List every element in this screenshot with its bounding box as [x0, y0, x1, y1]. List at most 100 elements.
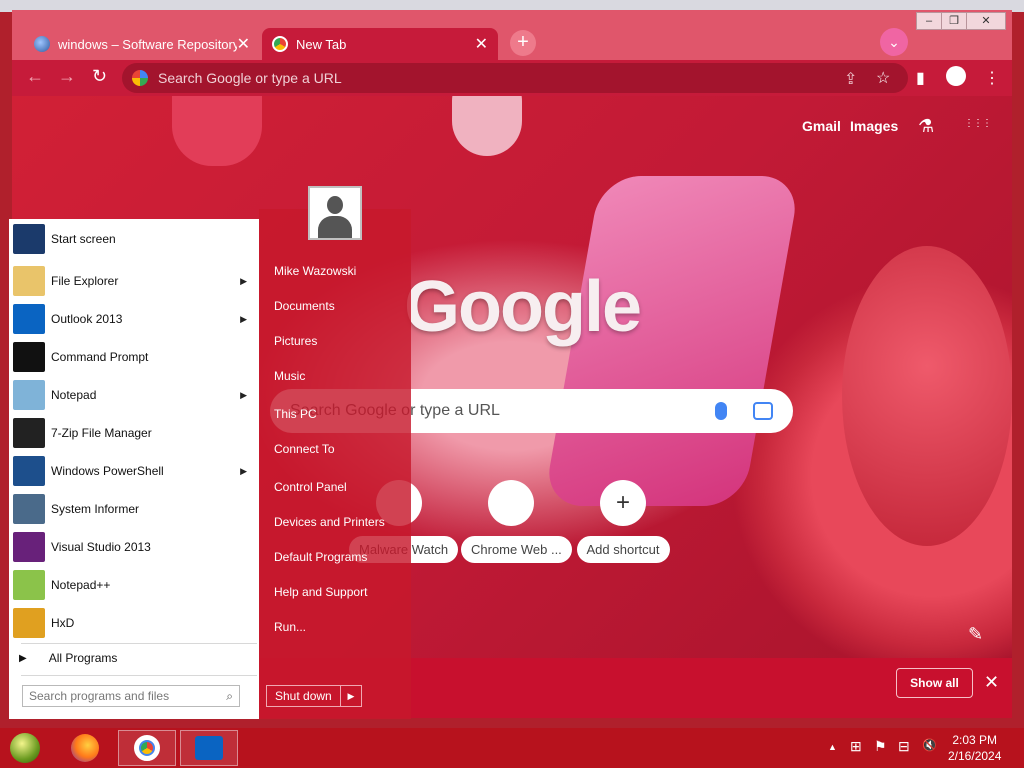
start-program-item[interactable]: Notepad++	[13, 567, 255, 603]
outlook-icon	[195, 736, 223, 760]
start-program-item[interactable]: Notepad ▶	[13, 377, 255, 413]
shortcut-add[interactable]: + Add shortcut	[573, 480, 673, 563]
start-program-item[interactable]: File Explorer ▶	[13, 263, 255, 299]
start-program-item[interactable]: System Informer	[13, 491, 255, 527]
start-search-input[interactable]: Search programs and files ⌕	[22, 685, 240, 707]
submenu-arrow-icon[interactable]: ▶	[240, 314, 247, 325]
start-program-label: HxD	[51, 616, 75, 630]
start-link-pictures[interactable]: Pictures	[274, 334, 317, 348]
reload-button[interactable]: ↻	[92, 66, 107, 87]
tab-software-repository[interactable]: windows – Software Repository ✕	[24, 28, 260, 60]
start-link-devices-printers[interactable]: Devices and Printers	[274, 515, 385, 529]
shutdown-options-arrow[interactable]: ▶	[340, 686, 361, 706]
back-button[interactable]: ←	[26, 66, 44, 87]
address-bar[interactable]: Search Google or type a URL ⇪ ☆	[122, 63, 908, 93]
lens-camera-icon[interactable]	[753, 402, 773, 420]
start-program-item[interactable]: 7-Zip File Manager	[13, 415, 255, 451]
tab-label: windows – Software Repository	[58, 36, 237, 52]
minimize-button[interactable]: –	[916, 12, 942, 30]
tab-new-tab[interactable]: New Tab ✕	[262, 28, 498, 60]
start-program-label: Start screen	[51, 232, 116, 246]
chrome-icon	[134, 735, 160, 761]
notepadpp-icon	[13, 570, 45, 600]
start-program-item[interactable]: Outlook 2013 ▶	[13, 301, 255, 337]
start-search-placeholder: Search programs and files	[29, 689, 170, 703]
start-orb-icon[interactable]	[10, 733, 40, 763]
start-link-this-pc[interactable]: This PC	[274, 407, 317, 421]
profile-avatar[interactable]	[946, 66, 966, 86]
new-tab-button[interactable]: +	[510, 30, 536, 56]
taskbar-firefox[interactable]	[56, 730, 114, 766]
arrow-right-icon: ▶	[19, 652, 27, 664]
start-link-music[interactable]: Music	[274, 369, 305, 383]
user-body-shape	[318, 216, 352, 238]
shortcut-label: Add shortcut	[576, 536, 670, 563]
tab-close-icon[interactable]: ✕	[475, 34, 488, 54]
forward-button[interactable]: →	[58, 66, 76, 87]
images-link[interactable]: Images	[850, 118, 898, 134]
gmail-link[interactable]: Gmail	[802, 118, 841, 134]
show-all-button[interactable]: Show all	[896, 668, 973, 698]
shutdown-button[interactable]: Shut down ▶	[266, 685, 362, 707]
bookmark-star-icon[interactable]: ☆	[876, 68, 890, 88]
tab-label: New Tab	[296, 36, 347, 52]
start-program-item[interactable]: Visual Studio 2013	[13, 529, 255, 565]
clock-date: 2/16/2024	[948, 749, 1002, 763]
taskbar-chrome[interactable]	[118, 730, 176, 766]
outlook-icon	[13, 304, 45, 334]
monitor-icon	[13, 494, 45, 524]
all-programs-button[interactable]: ▶ All Programs	[19, 651, 117, 665]
action-center-flag-icon[interactable]: ⚑	[874, 738, 887, 755]
google-icon	[132, 70, 148, 86]
ornament-decoration	[842, 246, 1012, 546]
start-link-control-panel[interactable]: Control Panel	[274, 480, 347, 494]
background-decoration	[452, 96, 522, 156]
taskbar-clock[interactable]: 2:03 PM 2/16/2024	[948, 732, 1001, 764]
start-screen-icon	[13, 224, 45, 254]
menu-icon[interactable]: ⋮	[984, 68, 1000, 88]
customize-pencil-icon[interactable]: ✎	[968, 624, 983, 645]
voice-search-icon[interactable]	[715, 402, 727, 420]
taskbar-outlook[interactable]	[180, 730, 238, 766]
close-window-button[interactable]: ✕	[966, 12, 1006, 30]
submenu-arrow-icon[interactable]: ▶	[240, 276, 247, 287]
tab-close-icon[interactable]: ✕	[237, 34, 250, 54]
start-link-default-programs[interactable]: Default Programs	[274, 550, 367, 564]
all-programs-label: All Programs	[48, 651, 118, 665]
start-program-item[interactable]: Command Prompt	[13, 339, 255, 375]
start-program-label: Visual Studio 2013	[51, 540, 151, 554]
start-program-label: Windows PowerShell	[51, 464, 164, 478]
start-link-documents[interactable]: Documents	[274, 299, 335, 313]
apps-grid-icon[interactable]: ⋮⋮⋮	[964, 118, 992, 129]
start-program-item[interactable]: Start screen	[13, 221, 255, 257]
shortcut-chrome-web-store[interactable]: Chrome Web ...	[461, 480, 572, 563]
start-program-label: Command Prompt	[51, 350, 149, 364]
7zip-icon	[13, 418, 45, 448]
tray-overflow-icon[interactable]: ▲	[828, 742, 837, 752]
hxd-icon	[13, 608, 45, 638]
shutdown-label: Shut down	[275, 689, 332, 703]
display-icon[interactable]: ⊟	[898, 738, 910, 755]
share-icon[interactable]: ⇪	[844, 69, 857, 89]
start-link-help-support[interactable]: Help and Support	[274, 585, 367, 599]
start-user-name[interactable]: Mike Wazowski	[274, 264, 356, 278]
volume-muted-icon[interactable]: 🔇	[922, 738, 937, 752]
side-panel-icon[interactable]: ▮	[916, 68, 925, 88]
start-link-connect-to[interactable]: Connect To	[274, 442, 335, 456]
network-icon[interactable]: ⊞	[850, 738, 862, 755]
submenu-arrow-icon[interactable]: ▶	[240, 390, 247, 401]
plus-icon: +	[600, 480, 646, 526]
start-program-item[interactable]: Windows PowerShell ▶	[13, 453, 255, 489]
submenu-arrow-icon[interactable]: ▶	[240, 466, 247, 477]
maximize-button[interactable]: ❐	[941, 12, 967, 30]
notepad-icon	[13, 380, 45, 410]
labs-flask-icon[interactable]: ⚗	[918, 116, 934, 137]
taskbar: ▲ ⊞ ⚑ ⊟ 🔇 2:03 PM 2/16/2024	[0, 728, 1024, 768]
start-link-run[interactable]: Run...	[274, 620, 306, 634]
background-decoration	[172, 96, 262, 166]
user-avatar[interactable]	[308, 186, 362, 240]
download-bar-close-icon[interactable]: ✕	[984, 672, 999, 693]
start-menu-places-pane	[259, 209, 411, 719]
start-program-item[interactable]: HxD	[13, 605, 255, 641]
tab-search-button[interactable]: ⌄	[880, 28, 908, 56]
